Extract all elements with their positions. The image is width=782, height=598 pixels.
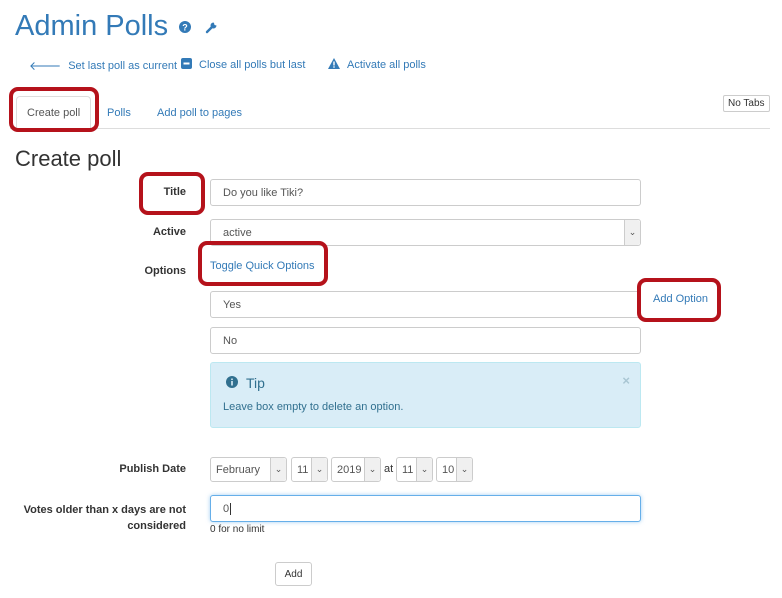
at-label: at	[384, 463, 394, 475]
close-all-polls-link[interactable]: Close all polls but last	[181, 58, 305, 72]
year-select[interactable]: 2019 ⌄	[331, 457, 381, 482]
arrow-left-icon: 🡐	[29, 59, 62, 73]
warning-triangle-icon	[328, 58, 340, 72]
tip-alert: Tip × Leave box empty to delete an optio…	[210, 362, 641, 428]
tab-add-poll-to-pages[interactable]: Add poll to pages	[147, 96, 252, 129]
chevron-down-icon: ⌄	[364, 458, 380, 481]
tab-polls[interactable]: Polls	[97, 96, 141, 129]
no-tabs-button[interactable]: No Tabs	[723, 95, 770, 112]
options-label: Options	[144, 265, 186, 277]
month-select[interactable]: February ⌄	[210, 457, 287, 482]
publish-date-label: Publish Date	[119, 463, 186, 475]
close-icon[interactable]: ×	[622, 373, 630, 388]
chevron-down-icon: ⌄	[456, 458, 472, 481]
tip-text: Leave box empty to delete an option.	[223, 401, 404, 413]
toggle-quick-options-link[interactable]: Toggle Quick Options	[210, 260, 315, 272]
minute-select[interactable]: 10 ⌄	[436, 457, 473, 482]
active-select[interactable]: active ⌄	[210, 219, 641, 246]
option-input-1[interactable]: Yes	[210, 291, 641, 318]
hour-select[interactable]: 11 ⌄	[396, 457, 433, 482]
day-select[interactable]: 11 ⌄	[291, 457, 328, 482]
chevron-down-icon: ⌄	[311, 458, 327, 481]
minus-square-icon	[181, 58, 192, 72]
chevron-down-icon: ⌄	[416, 458, 432, 481]
title-label: Title	[163, 186, 186, 198]
votes-help-text: 0 for no limit	[210, 524, 265, 535]
chevron-down-icon: ⌄	[270, 458, 286, 481]
votes-older-input[interactable]: 0	[210, 495, 641, 522]
page-title: Admin Polls	[15, 10, 169, 42]
question-circle-icon[interactable]: ?	[179, 21, 191, 36]
section-title: Create poll	[15, 146, 122, 171]
votes-older-label: Votes older than x days are not consider…	[23, 504, 186, 532]
text-cursor	[230, 502, 232, 515]
title-input[interactable]: Do you like Tiki?	[210, 179, 641, 206]
add-poll-button[interactable]: Add	[275, 562, 312, 586]
option-input-2[interactable]: No	[210, 327, 641, 354]
svg-text:?: ?	[182, 23, 188, 33]
wrench-icon[interactable]	[205, 20, 219, 37]
chevron-down-icon: ⌄	[624, 220, 640, 245]
active-label: Active	[152, 226, 186, 238]
info-circle-icon	[226, 375, 238, 391]
add-option-link[interactable]: Add Option	[653, 293, 708, 305]
tip-title: Tip	[246, 375, 265, 391]
tab-create-poll[interactable]: Create poll	[16, 96, 92, 129]
activate-all-polls-link[interactable]: Activate all polls	[328, 58, 426, 72]
set-last-poll-current-link[interactable]: 🡐 Set last poll as current	[29, 58, 177, 73]
